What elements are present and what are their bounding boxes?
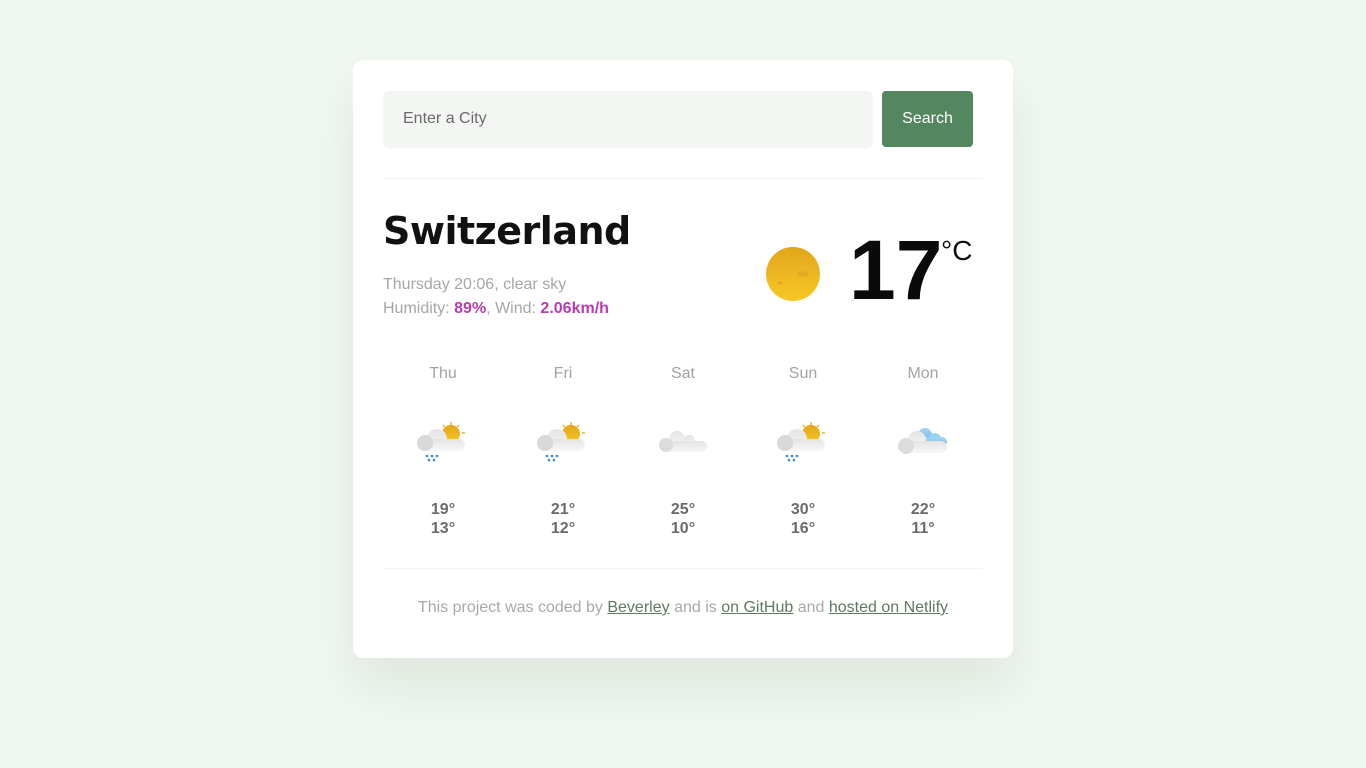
forecast-day-name: Fri <box>553 365 573 382</box>
forecast-max-temp: 21° <box>550 501 576 518</box>
forecast-min-temp: 10° <box>670 520 696 537</box>
netlify-link[interactable]: hosted on Netlify <box>829 599 948 616</box>
cloudy-icon <box>653 413 713 473</box>
humidity-wind: Humidity: 89%, Wind: 2.06km/h <box>383 300 609 317</box>
forecast-max-temp: 25° <box>670 501 696 518</box>
search-form: Search <box>383 90 983 148</box>
forecast-max-temp: 22° <box>910 501 936 518</box>
forecast-day: Fri 21° 12° <box>503 365 623 538</box>
forecast-min-temp: 11° <box>911 520 935 537</box>
humidity-value: 89% <box>454 300 487 317</box>
wind-value: 2.06km/h <box>540 300 609 317</box>
forecast: Thu 19° 13° Fri 21° 12° Sat 25° 10° Sun … <box>383 365 983 538</box>
datetime: Thursday 20:06 <box>383 276 495 293</box>
author-link[interactable]: Beverley <box>607 599 669 616</box>
weather-details: Thursday 20:06, clear sky Humidity: 89%,… <box>383 273 609 321</box>
forecast-day-name: Mon <box>907 365 939 382</box>
forecast-min-temp: 12° <box>550 520 576 537</box>
weather-card: Search Switzerland Thursday 20:06, clear… <box>353 60 1013 658</box>
current-temperature: 17 <box>849 223 943 317</box>
forecast-day: Sat 25° 10° <box>623 365 743 538</box>
forecast-day: Mon 22° 11° <box>863 365 983 538</box>
footer-text: and <box>797 599 825 616</box>
forecast-min-temp: 16° <box>790 520 816 537</box>
rain-partly-sunny-icon <box>533 413 593 473</box>
clear-sky-sun-icon <box>766 247 820 301</box>
current-weather: Switzerland Thursday 20:06, clear sky Hu… <box>383 179 983 339</box>
search-button[interactable]: Search <box>882 91 973 147</box>
rain-partly-sunny-icon <box>773 413 833 473</box>
forecast-day: Thu 19° 13° <box>383 365 503 538</box>
footer-text: This project was coded by <box>417 599 603 616</box>
forecast-day-name: Thu <box>429 365 457 382</box>
city-name: Switzerland <box>383 209 631 253</box>
condition-description: clear sky <box>503 276 567 293</box>
rain-partly-sunny-icon <box>413 413 473 473</box>
divider <box>383 568 983 569</box>
datetime-description: Thursday 20:06, clear sky <box>383 276 567 293</box>
footer: This project was coded by Beverley and i… <box>383 599 983 617</box>
wind-label: Wind: <box>495 300 536 317</box>
forecast-max-temp: 30° <box>790 501 816 518</box>
forecast-min-temp: 13° <box>430 520 456 537</box>
forecast-day-name: Sun <box>788 365 818 382</box>
footer-text: and is <box>674 599 717 616</box>
forecast-max-temp: 19° <box>430 501 456 518</box>
humidity-label: Humidity: <box>383 300 450 317</box>
city-search-input[interactable] <box>383 90 873 148</box>
github-link[interactable]: on GitHub <box>721 599 793 616</box>
forecast-day-name: Sat <box>670 365 695 382</box>
broken-clouds-icon <box>893 413 953 473</box>
forecast-day: Sun 30° 16° <box>743 365 863 538</box>
temperature-unit-celsius[interactable]: °C <box>941 235 972 267</box>
